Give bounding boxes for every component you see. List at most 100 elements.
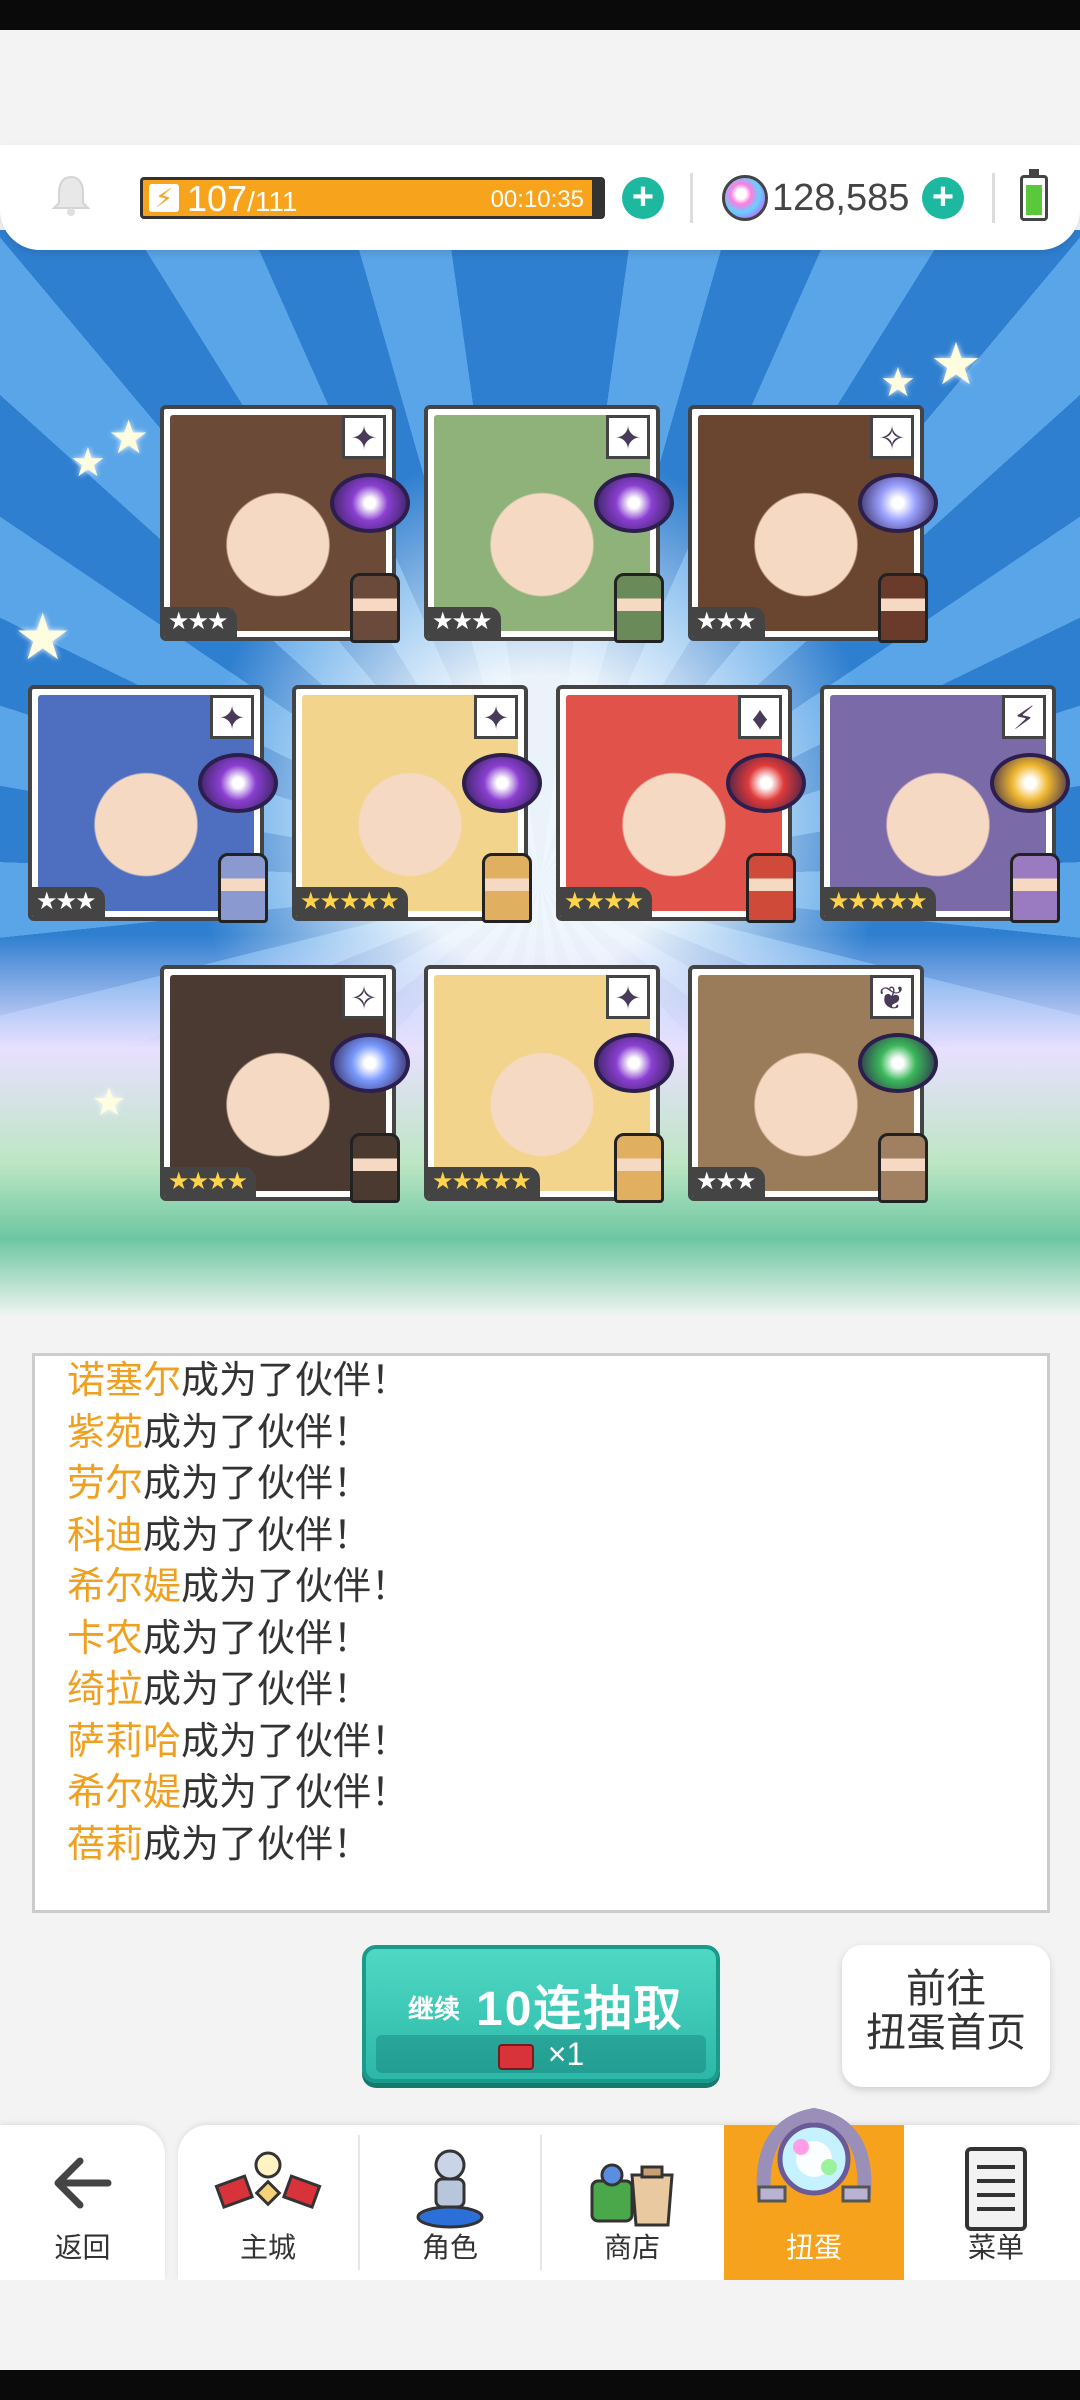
element-icon: ✦ — [342, 415, 386, 459]
rarity-stars: ★★★★★ — [824, 887, 936, 917]
arrow-left-icon — [54, 2157, 112, 2209]
log-line: 蓓莉成为了伙伴！ — [35, 1820, 1047, 1872]
element-icon: ⚡ — [1002, 695, 1046, 739]
phone-status-bar — [0, 0, 1080, 30]
companion-name: 紫苑 — [67, 1411, 144, 1454]
phone-nav-bar — [0, 2370, 1080, 2400]
rarity-stars: ★★★★ — [560, 887, 653, 917]
nav-bottom-strip — [0, 2280, 1080, 2370]
nav-tab-shop-label: 商店 — [603, 2232, 660, 2263]
nav-tab-character[interactable]: 角色 — [360, 2125, 540, 2280]
goto-line2: 扭蛋首页 — [866, 2011, 1026, 2055]
soul-orb-icon — [594, 1033, 674, 1093]
element-icon: ✦ — [606, 975, 650, 1019]
nav-tab-shop[interactable]: 商店 — [542, 2125, 722, 2280]
bell-icon[interactable] — [50, 173, 92, 217]
rarity-stars: ★★★ — [164, 607, 237, 637]
character-icon — [416, 2149, 484, 2229]
rarity-stars: ★★★ — [428, 607, 501, 637]
soul-orb-icon — [594, 473, 674, 533]
companion-name: 劳尔 — [67, 1463, 144, 1505]
goto-gacha-home-button[interactable]: 前往 扭蛋首页 — [842, 1945, 1050, 2087]
back-button[interactable]: 返回 — [0, 2125, 165, 2280]
pixel-chibi-sprite — [614, 1133, 664, 1203]
bottom-nav: 返回 主城 角色 商店 扭蛋 菜单 — [0, 2107, 1080, 2280]
companion-name: 科迪 — [67, 1514, 144, 1557]
element-icon: ❦ — [870, 975, 914, 1019]
sparkle-star-icon: ★ — [108, 411, 150, 463]
log-line: 绮拉成为了伙伴！ — [35, 1665, 1047, 1717]
lightning-icon: ⚡ — [149, 184, 179, 212]
element-icon: ♦ — [738, 695, 782, 739]
gacha-icon — [756, 2107, 872, 2203]
sparkle-star-icon: ★ — [930, 332, 982, 397]
draw-cost: ×1 — [376, 2035, 706, 2073]
log-suffix: 成为了伙伴！ — [181, 1772, 410, 1814]
pixel-chibi-sprite — [482, 853, 532, 923]
draw-10-label: 10连抽取 — [476, 1983, 684, 2036]
gacha-result-banner: ★ ★ ★ ★ ★ ★ ✦ ★★★ ✦ ★★★ ✧ ★★★ ✦ ★★★ ✦ ★★★★★ ♦ ★★★★ ⚡… — [0, 230, 1080, 1315]
log-suffix: 成为了伙伴！ — [143, 1514, 372, 1557]
pixel-chibi-sprite — [878, 1133, 928, 1203]
log-suffix: 成为了伙伴！ — [143, 1411, 372, 1454]
companion-name: 诺塞尔 — [67, 1360, 182, 1402]
divider — [690, 173, 693, 223]
draw-10-button[interactable]: 继续 10连抽取 ×1 — [362, 1945, 720, 2083]
rarity-stars: ★★★★★ — [296, 887, 408, 917]
log-line: 希尔媞成为了伙伴！ — [35, 1562, 1047, 1614]
pixel-chibi-sprite — [614, 573, 664, 643]
shop-icon — [590, 2163, 674, 2227]
rarity-stars: ★★★ — [692, 1167, 765, 1197]
log-line: 卡农成为了伙伴！ — [35, 1614, 1047, 1666]
town-icon — [214, 2151, 322, 2209]
soul-orb-icon — [858, 473, 938, 533]
soul-orb-icon — [990, 753, 1070, 813]
companion-name: 萨莉哈 — [67, 1720, 182, 1763]
soul-orb-icon — [330, 473, 410, 533]
stamina-max: /111 — [247, 186, 298, 217]
log-suffix: 成为了伙伴！ — [143, 1617, 372, 1660]
sparkle-star-icon: ★ — [92, 1082, 127, 1124]
rarity-stars: ★★★ — [692, 607, 765, 637]
element-icon: ✦ — [474, 695, 518, 739]
companion-name: 希尔媞 — [67, 1772, 182, 1814]
pixel-chibi-sprite — [350, 573, 400, 643]
nav-tab-menu[interactable]: 菜单 — [906, 2125, 1080, 2280]
nav-tab-town-label: 主城 — [239, 2232, 296, 2263]
nav-tab-gacha[interactable]: 扭蛋 — [724, 2107, 904, 2280]
log-suffix: 成为了伙伴！ — [143, 1463, 372, 1505]
stamina-bar-empty — [592, 180, 602, 216]
companion-name: 蓓莉 — [67, 1823, 144, 1866]
add-gems-button[interactable]: + — [922, 177, 964, 219]
recruit-log-panel[interactable]: 诺塞尔成为了伙伴！ 紫苑成为了伙伴！ 劳尔成为了伙伴！ 科迪成为了伙伴！ 希尔媞成为了伙… — [32, 1353, 1050, 1913]
companion-name: 绮拉 — [67, 1669, 144, 1711]
nav-tab-town[interactable]: 主城 — [178, 2125, 358, 2280]
log-line: 科迪成为了伙伴！ — [35, 1511, 1047, 1563]
stamina-bar: ⚡ 107/111 00:10:35 — [140, 177, 605, 219]
log-line: 紫苑成为了伙伴！ — [35, 1408, 1047, 1460]
add-stamina-button[interactable]: + — [622, 177, 664, 219]
sparkle-star-icon: ★ — [70, 441, 106, 485]
log-line: 萨莉哈成为了伙伴！ — [35, 1717, 1047, 1769]
log-suffix: 成为了伙伴！ — [143, 1669, 372, 1711]
soul-orb-icon — [726, 753, 806, 813]
companion-name: 卡农 — [67, 1617, 144, 1660]
menu-list-icon — [965, 2147, 1027, 2231]
nav-tab-character-label: 角色 — [421, 2232, 478, 2263]
log-suffix: 成为了伙伴！ — [181, 1360, 410, 1402]
companion-name: 希尔媞 — [67, 1566, 182, 1608]
stamina-value: 107/111 — [187, 178, 298, 219]
rarity-stars: ★★★★★ — [428, 1167, 540, 1197]
stamina-current: 107 — [187, 178, 248, 219]
rarity-stars: ★★★ — [32, 887, 105, 917]
pixel-chibi-sprite — [1010, 853, 1060, 923]
pixel-chibi-sprite — [746, 853, 796, 923]
back-label: 返回 — [54, 2232, 111, 2263]
sparkle-star-icon: ★ — [14, 601, 72, 673]
pixel-chibi-sprite — [878, 573, 928, 643]
gem-icon — [722, 175, 768, 221]
log-suffix: 成为了伙伴！ — [143, 1823, 372, 1866]
log-suffix: 成为了伙伴！ — [181, 1720, 410, 1763]
sparkle-star-icon: ★ — [880, 361, 916, 405]
goto-line1: 前往 — [906, 1967, 986, 2011]
